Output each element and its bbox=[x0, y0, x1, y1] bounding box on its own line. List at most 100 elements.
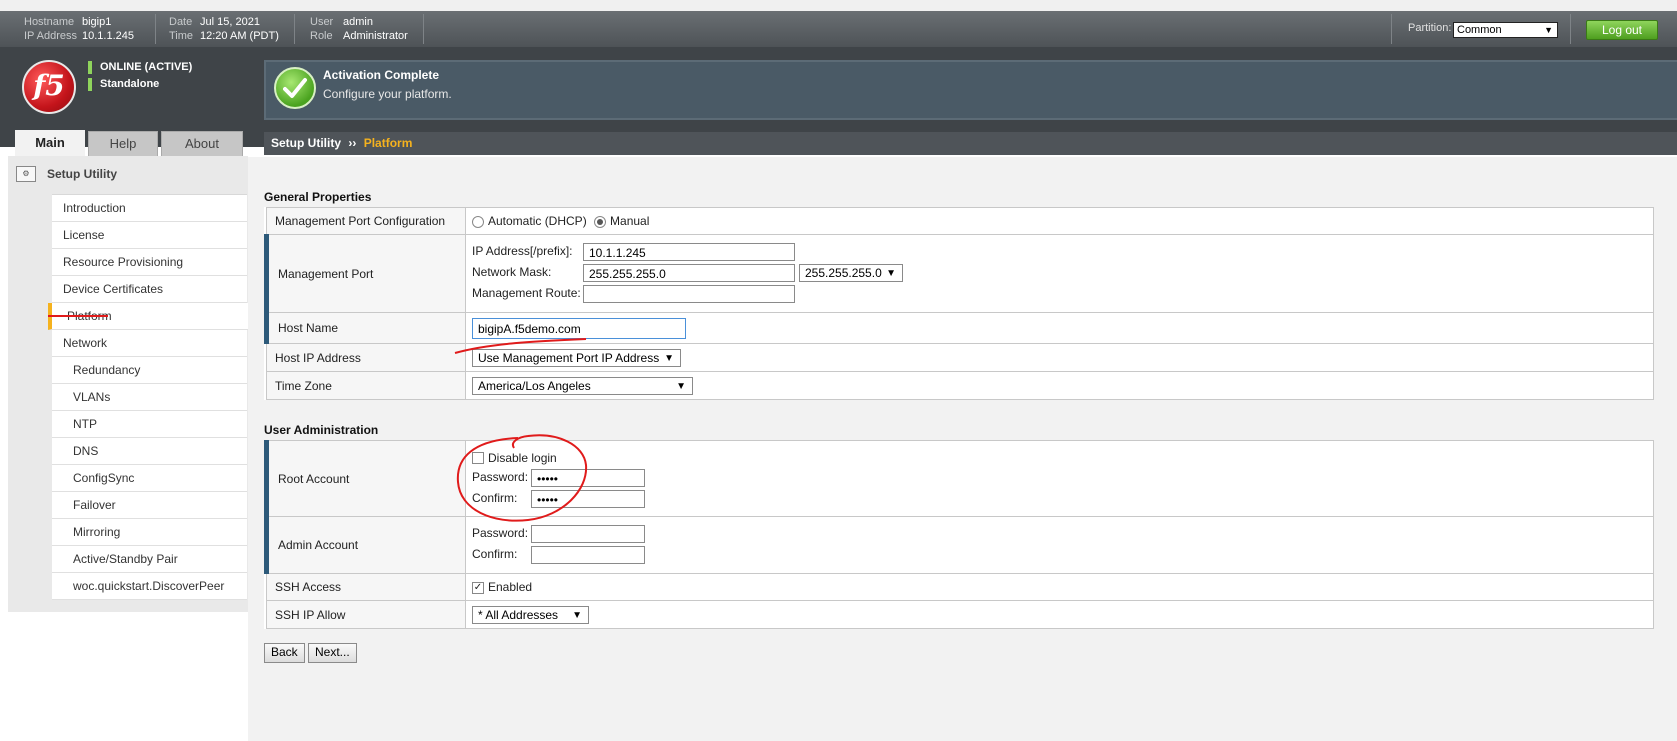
annotation-underline bbox=[48, 315, 108, 317]
mgmt-route-row: Management Route: bbox=[472, 284, 1652, 305]
sidebar-item-vlans[interactable]: VLANs bbox=[52, 384, 247, 411]
user-value: admin bbox=[343, 16, 373, 28]
partition-select[interactable]: Common ▼ bbox=[1453, 22, 1558, 38]
netmask-input[interactable]: 255.255.255.0 bbox=[583, 264, 795, 282]
hostname-value: bigip1 bbox=[82, 16, 112, 28]
disable-login-row: Disable login bbox=[472, 448, 1652, 468]
ssh-ip-allow-label: SSH IP Allow bbox=[266, 600, 466, 629]
role-label: Role bbox=[310, 30, 333, 42]
row-mgmt-port-config: Management Port Configuration Automatic … bbox=[266, 207, 1654, 235]
general-properties-title: General Properties bbox=[264, 190, 372, 204]
sidebar-item-label: Resource Provisioning bbox=[63, 255, 184, 269]
datetime-block: Date Jul 15, 2021 Time 12:20 AM (PDT) bbox=[169, 15, 279, 43]
row-ssh-access: SSH Access ✓ Enabled bbox=[266, 573, 1654, 601]
date-label: Date bbox=[169, 16, 193, 28]
general-properties-table: Management Port Configuration Automatic … bbox=[264, 207, 1654, 400]
netmask-row: Network Mask: 255.255.255.0 255.255.255.… bbox=[472, 263, 1652, 284]
sidebar-item-label: Device Certificates bbox=[63, 282, 164, 296]
chevron-down-icon: ▼ bbox=[676, 380, 686, 392]
ip-prefix-input[interactable]: 10.1.1.245 bbox=[583, 243, 795, 261]
row-ssh-ip-allow: SSH IP Allow * All Addresses ▼ bbox=[266, 600, 1654, 629]
root-account-value: Disable login Password: ••••• Confirm: •… bbox=[465, 440, 1654, 517]
ssh-ip-allow-select[interactable]: * All Addresses ▼ bbox=[472, 605, 589, 624]
hostname-label: Hostname bbox=[24, 16, 75, 28]
radio-manual[interactable] bbox=[594, 215, 607, 228]
standalone-status: Standalone bbox=[88, 78, 159, 91]
time-zone-select[interactable]: America/Los Angeles ▼ bbox=[472, 376, 693, 395]
sidebar-item-active-standby-pair[interactable]: Active/Standby Pair bbox=[52, 546, 247, 573]
header-divider bbox=[294, 14, 295, 44]
partition-label: Partition: bbox=[1408, 22, 1452, 34]
sidebar-item-failover[interactable]: Failover bbox=[52, 492, 247, 519]
sidebar-item-license[interactable]: License bbox=[52, 222, 247, 249]
message-body: Configure your platform. bbox=[323, 87, 452, 101]
netmask-label: Network Mask: bbox=[472, 265, 552, 279]
root-confirm-row: Confirm: ••••• bbox=[472, 489, 1652, 510]
back-button[interactable]: Back bbox=[264, 643, 305, 663]
sidebar-item-discover-peer[interactable]: woc.quickstart.DiscoverPeer bbox=[52, 573, 247, 600]
tab-main[interactable]: Main bbox=[15, 130, 85, 157]
time-zone-value: America/Los Angeles ▼ bbox=[465, 371, 1654, 400]
radio-automatic-dhcp[interactable] bbox=[472, 215, 484, 228]
radio-manual-label: Manual bbox=[610, 214, 650, 228]
breadcrumb-parent[interactable]: Setup Utility bbox=[264, 136, 341, 150]
header-divider bbox=[423, 14, 424, 44]
header-divider bbox=[1570, 14, 1571, 44]
f5-logo: f5 bbox=[22, 60, 76, 114]
sidebar-item-mirroring[interactable]: Mirroring bbox=[52, 519, 247, 546]
logout-button[interactable]: Log out bbox=[1586, 20, 1658, 40]
header-divider bbox=[155, 14, 156, 44]
role-value: Administrator bbox=[343, 30, 408, 42]
ip-label: IP Address bbox=[24, 30, 77, 42]
user-block: User admin Role Administrator bbox=[310, 15, 408, 43]
chevron-down-icon: ▼ bbox=[886, 268, 896, 279]
ssh-enabled-label: Enabled bbox=[488, 580, 533, 594]
tab-about[interactable]: About bbox=[161, 131, 243, 156]
sidebar-item-label: Active/Standby Pair bbox=[73, 552, 178, 566]
sidebar-item-device-certificates[interactable]: Device Certificates bbox=[52, 276, 247, 303]
mgmt-port-config-label: Management Port Configuration bbox=[266, 207, 466, 235]
host-name-label: Host Name bbox=[264, 312, 466, 344]
time-value: 12:20 AM (PDT) bbox=[200, 30, 279, 42]
admin-confirm-input[interactable] bbox=[531, 546, 645, 564]
sidebar-item-network[interactable]: Network bbox=[52, 330, 247, 357]
ssh-ip-allow-select-value: * All Addresses bbox=[478, 607, 559, 622]
next-button[interactable]: Next... bbox=[308, 643, 357, 663]
radio-automatic-label: Automatic (DHCP) bbox=[488, 214, 587, 228]
admin-password-row: Password: bbox=[472, 524, 1652, 545]
sidebar-section-title[interactable]: Setup Utility bbox=[47, 167, 117, 181]
chevron-down-icon: ▼ bbox=[1544, 25, 1553, 35]
online-status: ONLINE (ACTIVE) bbox=[88, 61, 192, 74]
ssh-ip-allow-value: * All Addresses ▼ bbox=[465, 600, 1654, 629]
sidebar-item-redundancy[interactable]: Redundancy bbox=[52, 357, 247, 384]
date-value: Jul 15, 2021 bbox=[200, 16, 260, 28]
breadcrumb-separator: ›› bbox=[348, 136, 357, 150]
header-divider bbox=[1391, 14, 1392, 44]
netmask-select-value: 255.255.255.0 bbox=[805, 266, 882, 280]
ssh-enabled-checkbox[interactable]: ✓ bbox=[472, 581, 484, 594]
netmask-select[interactable]: 255.255.255.0 ▼ bbox=[799, 264, 903, 282]
chevron-down-icon: ▼ bbox=[664, 352, 674, 364]
sidebar-item-label: Failover bbox=[73, 498, 116, 512]
message-title: Activation Complete bbox=[323, 68, 440, 82]
sidebar-item-label: NTP bbox=[73, 417, 97, 431]
ip-value: 10.1.1.245 bbox=[82, 30, 134, 42]
sidebar-item-configsync[interactable]: ConfigSync bbox=[52, 465, 247, 492]
activation-message: Activation Complete Configure your platf… bbox=[264, 60, 1677, 120]
host-name-value: bigipA.f5demo.com bbox=[465, 312, 1654, 344]
sidebar-item-introduction[interactable]: Introduction bbox=[52, 195, 247, 222]
user-label: User bbox=[310, 16, 334, 28]
sidebar-item-resource-provisioning[interactable]: Resource Provisioning bbox=[52, 249, 247, 276]
root-account-label: Root Account bbox=[264, 440, 466, 517]
tab-help[interactable]: Help bbox=[88, 131, 158, 156]
admin-confirm-row: Confirm: bbox=[472, 545, 1652, 566]
sidebar-item-dns[interactable]: DNS bbox=[52, 438, 247, 465]
mgmt-route-input[interactable] bbox=[583, 285, 795, 303]
sidebar-item-ntp[interactable]: NTP bbox=[52, 411, 247, 438]
root-password-row: Password: ••••• bbox=[472, 468, 1652, 489]
annotation-hostname-mark bbox=[454, 338, 587, 354]
sidebar-item-label: Introduction bbox=[63, 201, 126, 215]
host-ip-label: Host IP Address bbox=[266, 343, 466, 372]
time-zone-label: Time Zone bbox=[266, 371, 466, 400]
host-ip-value: Use Management Port IP Address ▼ bbox=[465, 343, 1654, 372]
